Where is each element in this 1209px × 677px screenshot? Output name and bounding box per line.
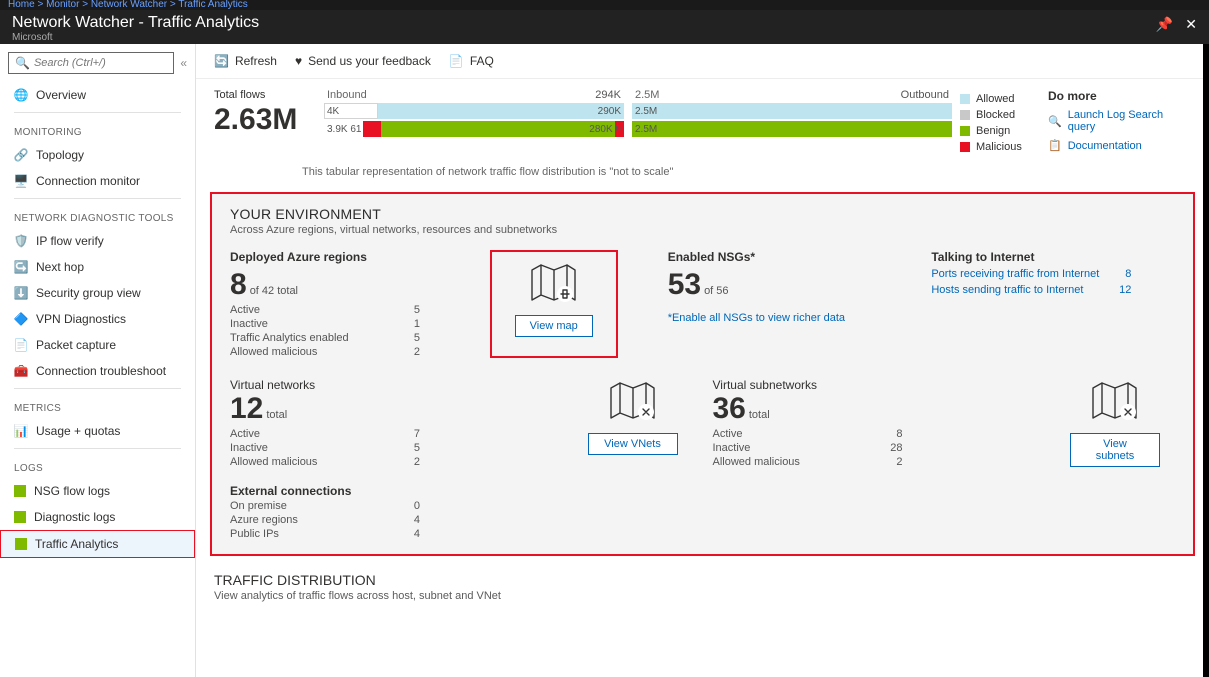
sidebar-item-ip-flow[interactable]: 🛡️IP flow verify: [0, 228, 195, 254]
your-environment-panel: YOUR ENVIRONMENT Across Azure regions, v…: [210, 192, 1195, 556]
right-scroll-gutter: [1203, 44, 1209, 677]
ipflow-icon: 🛡️: [14, 234, 28, 248]
nsg-label: Enabled NSGs*: [668, 250, 912, 264]
usage-icon: 📊: [14, 424, 28, 438]
view-subnets-button[interactable]: View subnets: [1070, 433, 1160, 467]
page-title: Network Watcher - Traffic Analytics: [12, 14, 259, 32]
documentation-link[interactable]: 📋Documentation: [1048, 139, 1188, 152]
nexthop-icon: ↪️: [14, 260, 28, 274]
search-input[interactable]: [34, 57, 167, 69]
map-icon: [527, 260, 581, 306]
nsgflow-icon: [14, 485, 26, 497]
section-logs: LOGS: [0, 453, 195, 478]
traffic-dist-sub: View analytics of traffic flows across h…: [214, 590, 1191, 602]
sidebar-item-overview[interactable]: 🌐Overview: [0, 82, 195, 108]
pcap-icon: 📄: [14, 338, 28, 352]
hosts-sending-link[interactable]: Hosts sending traffic to Internet12: [931, 284, 1131, 296]
toolbar: 🔄Refresh ♥Send us your feedback 📄FAQ: [196, 44, 1209, 79]
traffic-distribution: TRAFFIC DISTRIBUTION View analytics of t…: [196, 556, 1209, 602]
doc-icon: 📋: [1048, 139, 1062, 152]
subnet-icon: [1088, 378, 1142, 424]
section-monitoring: MONITORING: [0, 117, 195, 142]
env-subtitle: Across Azure regions, virtual networks, …: [230, 224, 1175, 236]
inbound-bars: Inbound294K 4K290K 3.9K 61280K 9: [324, 89, 624, 158]
sidebar-item-usage[interactable]: 📊Usage + quotas: [0, 418, 195, 444]
env-title: YOUR ENVIRONMENT: [230, 206, 1175, 222]
total-flows-label: Total flows: [214, 89, 304, 101]
search-icon: 🔍: [1048, 115, 1062, 128]
sidebar-item-traffic-analytics[interactable]: Traffic Analytics: [0, 530, 195, 558]
sidebar-item-packet-capture[interactable]: 📄Packet capture: [0, 332, 195, 358]
traffic-dist-title: TRAFFIC DISTRIBUTION: [214, 572, 1191, 588]
monitor-icon: 🖥️: [14, 174, 28, 188]
talking-label: Talking to Internet: [931, 250, 1175, 264]
ports-receiving-link[interactable]: Ports receiving traffic from Internet8: [931, 268, 1131, 280]
sidebar-item-nsg-flow-logs[interactable]: NSG flow logs: [0, 478, 195, 504]
collapse-icon[interactable]: «: [180, 56, 187, 70]
section-metrics: METRICS: [0, 393, 195, 418]
vnet-icon: [606, 378, 660, 424]
sgv-icon: ⬇️: [14, 286, 28, 300]
topology-icon: 🔗: [14, 148, 28, 162]
do-more: Do more 🔍Launch Log Search query 📋Docume…: [1038, 89, 1188, 158]
pin-icon[interactable]: 📌: [1156, 16, 1173, 33]
refresh-button[interactable]: 🔄Refresh: [214, 54, 277, 68]
header-bar: Network Watcher - Traffic Analytics Micr…: [0, 10, 1209, 44]
view-map-button[interactable]: View map: [515, 315, 593, 337]
faq-button[interactable]: 📄FAQ: [449, 54, 494, 68]
close-icon[interactable]: ✕: [1185, 16, 1197, 33]
sidebar-item-next-hop[interactable]: ↪️Next hop: [0, 254, 195, 280]
sidebar-item-connection-monitor[interactable]: 🖥️Connection monitor: [0, 168, 195, 194]
vnet-big: 12: [230, 392, 263, 426]
launch-log-search-link[interactable]: 🔍Launch Log Search query: [1048, 109, 1188, 133]
sidebar-item-sgv[interactable]: ⬇️Security group view: [0, 280, 195, 306]
search-icon: 🔍: [15, 56, 30, 70]
sidebar-item-topology[interactable]: 🔗Topology: [0, 142, 195, 168]
nsg-big: 53: [668, 268, 701, 302]
sidebar-item-diagnostic-logs[interactable]: Diagnostic logs: [0, 504, 195, 530]
overview-icon: 🌐: [14, 88, 28, 102]
sidebar-item-conn-troubleshoot[interactable]: 🧰Connection troubleshoot: [0, 358, 195, 384]
search-box[interactable]: 🔍: [8, 52, 174, 74]
feedback-button[interactable]: ♥Send us your feedback: [295, 54, 431, 68]
subnet-label: Virtual subnetworks: [713, 378, 1056, 392]
breadcrumb: Home > Monitor > Network Watcher > Traff…: [0, 0, 1209, 10]
sidebar-item-vpn[interactable]: 🔷VPN Diagnostics: [0, 306, 195, 332]
total-flows-value: 2.63M: [214, 103, 304, 137]
nsg-note-link[interactable]: *Enable all NSGs to view richer data: [668, 312, 912, 324]
org-label: Microsoft: [12, 32, 259, 43]
ctrouble-icon: 🧰: [14, 364, 28, 378]
section-diag: NETWORK DIAGNOSTIC TOOLS: [0, 203, 195, 228]
vnet-label: Virtual networks: [230, 378, 573, 392]
view-vnets-button[interactable]: View VNets: [588, 433, 678, 455]
scale-note: This tabular representation of network t…: [196, 164, 1209, 178]
regions-big: 8: [230, 268, 247, 302]
outbound-bars: 2.5MOutbound 2.5M 2.5M: [632, 89, 952, 158]
diaglog-icon: [14, 511, 26, 523]
subnet-big: 36: [713, 392, 746, 426]
vpn-icon: 🔷: [14, 312, 28, 326]
map-card: View map: [490, 250, 618, 358]
legend: Allowed Blocked Benign Malicious: [960, 89, 1030, 158]
ext-conn-label: External connections: [230, 484, 1175, 498]
refresh-icon: 🔄: [214, 54, 229, 68]
sidebar: 🔍 « 🌐Overview MONITORING 🔗Topology 🖥️Con…: [0, 44, 196, 677]
faq-icon: 📄: [449, 54, 464, 68]
main-content: 🔄Refresh ♥Send us your feedback 📄FAQ Tot…: [196, 44, 1209, 677]
ta-icon: [15, 538, 27, 550]
heart-icon: ♥: [295, 54, 302, 68]
regions-label: Deployed Azure regions: [230, 250, 490, 264]
